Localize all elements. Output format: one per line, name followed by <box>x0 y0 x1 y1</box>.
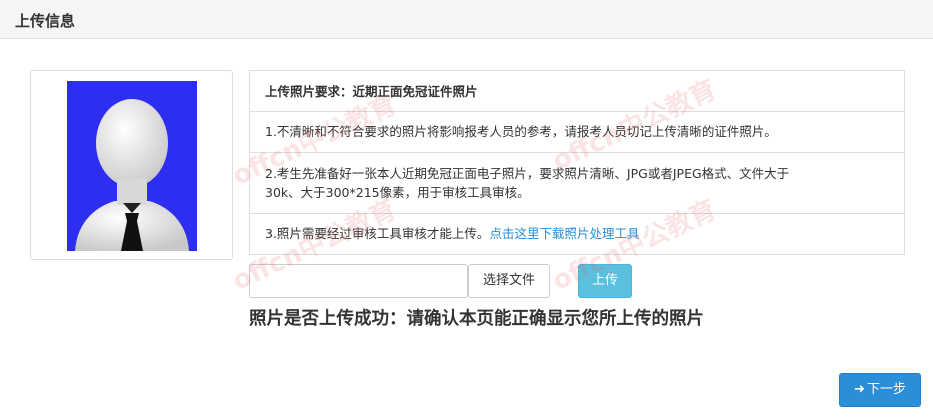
placeholder-portrait-photo <box>67 81 197 251</box>
divider <box>250 111 904 112</box>
file-path-input[interactable] <box>249 264 468 298</box>
page-title: 上传信息 <box>15 12 76 30</box>
requirement-item-1: 1.不清晰和不符合要求的照片将影响报考人员的参考，请报考人员切记上传清晰的证件照… <box>265 124 777 139</box>
upload-button[interactable]: 上传 <box>578 264 632 298</box>
next-step-button[interactable]: ➜ 下一步 <box>839 373 921 407</box>
next-step-label: 下一步 <box>866 382 906 397</box>
photo-requirements-table: 上传照片要求：近期正面免冠证件照片 1.不清晰和不符合要求的照片将影响报考人员的… <box>249 70 905 255</box>
upload-status-text: 照片是否上传成功：请确认本页能正确显示您所上传的照片 <box>249 309 704 329</box>
requirements-title: 上传照片要求：近期正面免冠证件照片 <box>265 84 478 99</box>
download-tool-link[interactable]: 点击这里下载照片处理工具 <box>489 226 639 241</box>
requirement-item-2: 2.考生先准备好一张本人近期免冠正面电子照片，要求照片清晰、JPG或者JPEG格… <box>250 164 904 202</box>
panel-header: 上传信息 <box>0 0 933 39</box>
requirement-item-3-text: 3.照片需要经过审核工具审核才能上传。 <box>265 226 490 241</box>
choose-file-button[interactable]: 选择文件 <box>468 264 550 298</box>
requirement-item-2-line-2: 30k、大于300*215像素，用于审核工具审核。 <box>265 185 530 200</box>
photo-preview-box <box>30 70 233 260</box>
requirement-item-2-line-1: 2.考生先准备好一张本人近期免冠正面电子照片，要求照片清晰、JPG或者JPEG格… <box>265 166 790 181</box>
divider <box>250 152 904 153</box>
arrow-right-icon: ➜ <box>854 382 865 397</box>
person-silhouette-icon <box>75 99 189 251</box>
requirement-item-3: 3.照片需要经过审核工具审核才能上传。点击这里下载照片处理工具 <box>250 224 904 243</box>
divider <box>250 213 904 214</box>
